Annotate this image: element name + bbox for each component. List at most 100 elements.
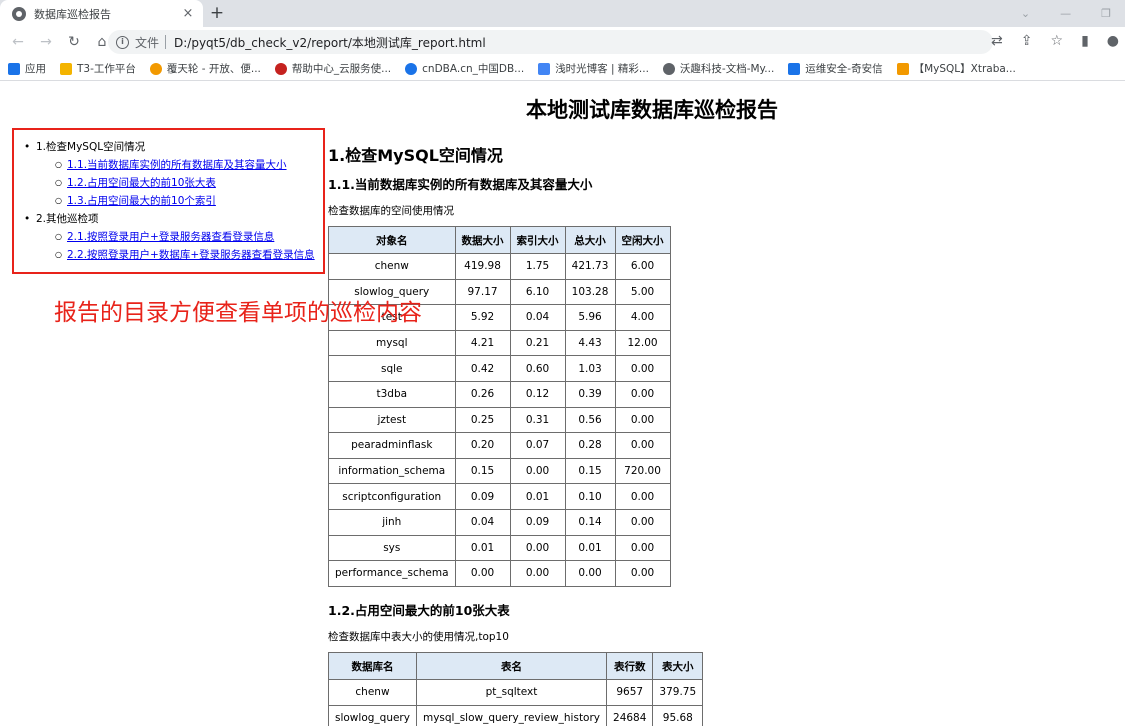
table-cell: 379.75 <box>652 679 704 706</box>
subsection-heading: 1.2.占用空间最大的前10张大表 <box>328 603 510 618</box>
subsection-description: 检查数据库中表大小的使用情况,top10 <box>328 631 509 643</box>
table-cell: pearadminflask <box>328 432 456 459</box>
table-cell: 0.00 <box>614 560 671 587</box>
table-cell: 720.00 <box>614 457 671 485</box>
table-cell: 0.01 <box>564 534 616 562</box>
url-text[interactable]: D:/pyqt5/db_check_v2/report/本地测试库_report… <box>174 34 486 51</box>
address-bar[interactable]: i 文件 D:/pyqt5/db_check_v2/report/本地测试库_r… <box>108 30 993 54</box>
table-cell: 421.73 <box>564 253 616 280</box>
column-header: 对象名 <box>328 226 456 254</box>
toc-item: 2.1.按照登录用户+登录服务器查看登录信息 <box>24 228 317 246</box>
table-cell: 97.17 <box>454 278 511 306</box>
toc-section: 1.检查MySQL空间情况 <box>24 138 317 156</box>
browser-toolbar: ← → ↻ ⌂ i 文件 D:/pyqt5/db_check_v2/report… <box>0 27 1125 57</box>
close-tab-button[interactable]: × <box>177 6 199 21</box>
table-cell: 0.14 <box>564 508 616 536</box>
search-icon <box>662 62 675 75</box>
table-cell: chenw <box>328 253 456 280</box>
table-cell: 5.92 <box>454 304 511 331</box>
table-cell: 1.75 <box>509 253 566 280</box>
bookmark-item[interactable]: 运维安全-奇安信 <box>788 61 883 76</box>
table-cell: 95.68 <box>652 704 704 726</box>
bookmark-item[interactable]: cnDBA.cn_中国DB... <box>405 61 524 76</box>
apps-grid-icon <box>8 62 20 75</box>
column-header: 数据大小 <box>454 226 511 254</box>
profile-icon[interactable]: ● <box>1107 33 1119 49</box>
window-controls: ⌄ — ❐ <box>1021 0 1125 27</box>
table-cell: 0.09 <box>509 508 566 536</box>
share-icon[interactable]: ⇪ <box>1021 33 1033 49</box>
translate-icon[interactable]: ⇄ <box>991 33 1003 49</box>
forward-button[interactable]: → <box>32 34 60 50</box>
side-panel-icon[interactable]: ▮ <box>1081 33 1089 49</box>
blog-icon <box>538 62 551 75</box>
table-row: performance_schema 0.00 0.00 0.00 0.00 <box>328 560 671 587</box>
table-cell: 0.04 <box>454 508 511 536</box>
bookmark-item[interactable]: 覆天轮 - 开放、便... <box>149 61 261 76</box>
minimize-icon[interactable]: — <box>1060 7 1071 20</box>
table-cell: sys <box>328 534 456 562</box>
tab-title: 数据库巡检报告 <box>34 7 111 21</box>
table-cell: 0.01 <box>454 534 511 562</box>
table-cell: 0.09 <box>454 483 511 510</box>
info-icon[interactable]: i <box>116 35 129 49</box>
column-header: 总大小 <box>564 226 616 254</box>
bookmark-apps[interactable]: 应用 <box>8 61 46 76</box>
toolbar-actions: ⇄ ⇪ ☆ ▮ ● <box>991 33 1119 49</box>
toc-link[interactable]: 2.1.按照登录用户+登录服务器查看登录信息 <box>67 231 274 243</box>
bookmark-star-icon[interactable]: ☆ <box>1051 33 1064 49</box>
toc-item: 1.3.占用空间最大的前10个索引 <box>24 192 317 210</box>
browser-tab[interactable]: 数据库巡检报告 × <box>0 0 203 27</box>
toc-link[interactable]: 1.2.占用空间最大的前10张大表 <box>67 177 216 189</box>
table-cell: 0.00 <box>614 380 671 408</box>
table-cell: 0.00 <box>564 560 616 587</box>
table-row: jztest 0.25 0.31 0.56 0.00 <box>328 406 671 434</box>
toc-item: 1.2.占用空间最大的前10张大表 <box>24 174 317 192</box>
huawei-icon <box>274 62 287 75</box>
scheme-label: 文件 <box>135 35 160 50</box>
wheel-icon <box>149 62 162 75</box>
toc-item: 2.2.按照登录用户+数据库+登录服务器查看登录信息 <box>24 246 317 264</box>
toc-section: 2.其他巡检项 <box>24 210 317 228</box>
tab-search-icon[interactable]: ⌄ <box>1021 7 1030 20</box>
subsection-description: 检查数据库的空间使用情况 <box>328 205 454 217</box>
table-cell: 4.43 <box>564 329 616 357</box>
table-row: scriptconfiguration 0.09 0.01 0.10 0.00 <box>328 483 671 510</box>
section-heading: 1.检查MySQL空间情况 <box>328 146 503 165</box>
table-cell: 4.21 <box>454 329 511 357</box>
bookmark-item[interactable]: T3-工作平台 <box>60 61 136 76</box>
bookmark-item[interactable]: 沃趣科技-文档-My... <box>662 61 774 76</box>
column-header: 表大小 <box>652 652 704 680</box>
toc-link[interactable]: 2.2.按照登录用户+数据库+登录服务器查看登录信息 <box>67 249 315 261</box>
table-cell: 1.03 <box>564 355 616 382</box>
table-cell: 0.00 <box>454 560 511 587</box>
table-cell: performance_schema <box>328 560 456 587</box>
toc-link[interactable]: 1.3.占用空间最大的前10个索引 <box>67 195 216 207</box>
back-button[interactable]: ← <box>4 34 32 50</box>
reload-button[interactable]: ↻ <box>60 34 88 50</box>
table-cell: 0.15 <box>454 457 511 485</box>
table-cell: 0.12 <box>509 380 566 408</box>
table-cell: 0.01 <box>509 483 566 510</box>
table-cell: 9657 <box>606 679 654 706</box>
restore-icon[interactable]: ❐ <box>1101 7 1111 20</box>
bookmark-item[interactable]: 浅时光博客 | 精彩... <box>538 61 649 76</box>
table-cell: sqle <box>328 355 456 382</box>
table-cell: 0.00 <box>614 432 671 459</box>
table-cell: 5.96 <box>564 304 616 331</box>
toc-link[interactable]: 1.1.当前数据库实例的所有数据库及其容量大小 <box>67 159 287 171</box>
bookmark-item[interactable]: 【MySQL】Xtraba... <box>896 61 1016 76</box>
toc-item: 1.1.当前数据库实例的所有数据库及其容量大小 <box>24 156 317 174</box>
table-cell: 0.10 <box>564 483 616 510</box>
table-row: mysql 4.21 0.21 4.43 12.00 <box>328 329 671 357</box>
new-tab-button[interactable]: + <box>207 3 227 23</box>
table-cell: jztest <box>328 406 456 434</box>
bookmark-item[interactable]: 帮助中心_云服务使... <box>274 61 391 76</box>
table-cell: 0.07 <box>509 432 566 459</box>
table-cell: 0.26 <box>454 380 511 408</box>
divider <box>165 35 167 49</box>
table-cell: pt_sqltext <box>415 679 608 706</box>
column-header: 数据库名 <box>328 652 417 680</box>
table-cell: scriptconfiguration <box>328 483 456 510</box>
table-cell: 0.42 <box>454 355 511 382</box>
